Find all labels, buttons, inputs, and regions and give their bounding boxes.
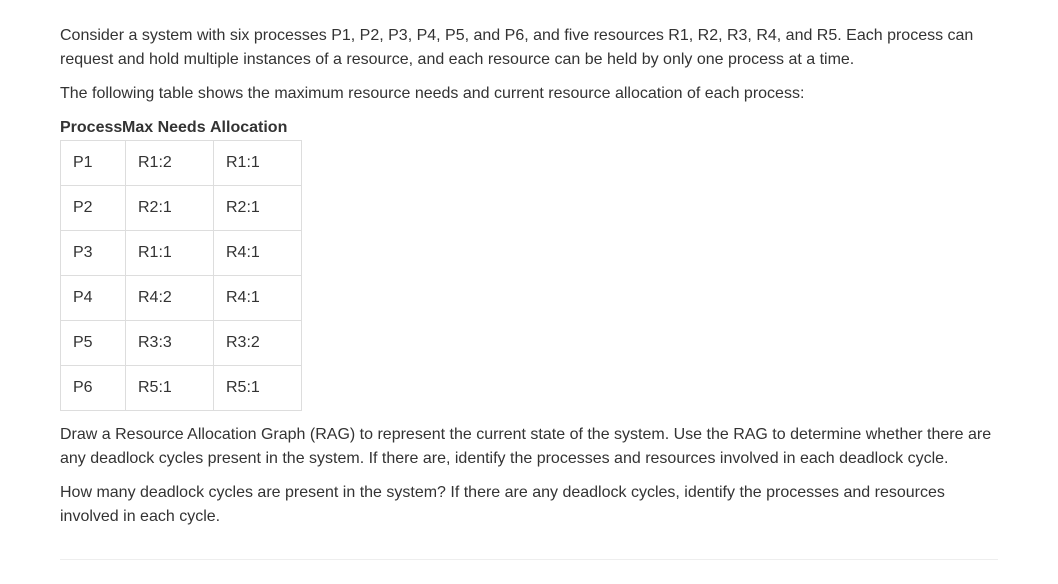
cell-process: P2 (61, 186, 126, 231)
table-row: P6 R5:1 R5:1 (61, 366, 302, 411)
cell-allocation: R4:1 (214, 276, 302, 321)
cell-maxneeds: R3:3 (126, 321, 214, 366)
cell-allocation: R4:1 (214, 231, 302, 276)
cell-maxneeds: R4:2 (126, 276, 214, 321)
divider (60, 559, 998, 560)
intro-paragraph-1: Consider a system with six processes P1,… (60, 24, 998, 72)
table-row: P1 R1:2 R1:1 (61, 141, 302, 186)
cell-process: P6 (61, 366, 126, 411)
table-row: P3 R1:1 R4:1 (61, 231, 302, 276)
cell-process: P1 (61, 141, 126, 186)
cell-allocation: R2:1 (214, 186, 302, 231)
cell-process: P3 (61, 231, 126, 276)
cell-maxneeds: R2:1 (126, 186, 214, 231)
cell-maxneeds: R1:1 (126, 231, 214, 276)
cell-allocation: R3:2 (214, 321, 302, 366)
table-row: P4 R4:2 R4:1 (61, 276, 302, 321)
header-process: Process (60, 116, 122, 140)
table-row: P2 R2:1 R2:1 (61, 186, 302, 231)
table-row: P5 R3:3 R3:2 (61, 321, 302, 366)
cell-process: P5 (61, 321, 126, 366)
table-header-row: ProcessMax NeedsAllocation (60, 116, 998, 140)
cell-process: P4 (61, 276, 126, 321)
header-maxneeds: Max Needs (122, 116, 210, 140)
instruction-paragraph-2: How many deadlock cycles are present in … (60, 481, 998, 529)
cell-allocation: R5:1 (214, 366, 302, 411)
instruction-paragraph-1: Draw a Resource Allocation Graph (RAG) t… (60, 423, 998, 471)
cell-maxneeds: R1:2 (126, 141, 214, 186)
cell-maxneeds: R5:1 (126, 366, 214, 411)
cell-allocation: R1:1 (214, 141, 302, 186)
header-allocation: Allocation (210, 116, 287, 140)
allocation-table: P1 R1:2 R1:1 P2 R2:1 R2:1 P3 R1:1 R4:1 P… (60, 140, 302, 411)
intro-paragraph-2: The following table shows the maximum re… (60, 82, 998, 106)
